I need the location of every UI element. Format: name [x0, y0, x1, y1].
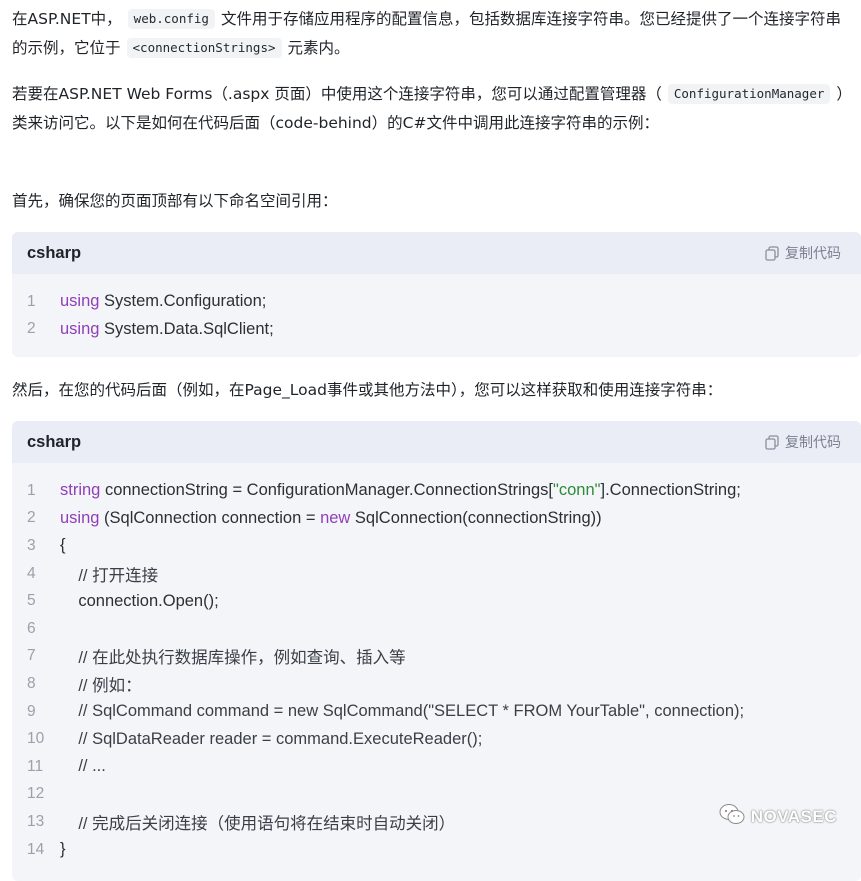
code-line: 4 // 打开连接: [12, 560, 861, 588]
code-text: }: [60, 840, 66, 859]
code-comment: // SqlDataReader reader = command.Execut…: [60, 729, 483, 748]
code-text: System.Configuration;: [99, 292, 267, 311]
code-text: connectionString = ConfigurationManager.…: [100, 481, 554, 500]
wechat-icon: [719, 803, 745, 830]
code-text: (SqlConnection connection =: [99, 508, 321, 527]
line-number: 3: [27, 536, 36, 554]
line-number: 1: [27, 292, 36, 310]
line-number: 6: [27, 619, 36, 637]
inline-code-webconfig: web.config: [127, 9, 215, 29]
line-number: 12: [27, 785, 45, 803]
code-keyword: using: [60, 508, 100, 527]
line-number: 4: [27, 564, 36, 582]
line-number: 13: [27, 812, 45, 830]
code-line: 3{: [12, 532, 861, 560]
code-line: 1 using System.Configuration;: [12, 288, 861, 316]
copy-icon: [765, 434, 779, 450]
code-body: 1 using System.Configuration; 2 using Syst…: [12, 274, 861, 343]
code-comment: // SqlCommand command = new SqlCommand("…: [60, 702, 745, 721]
line-number: 11: [27, 757, 44, 775]
code-keyword: string: [60, 481, 101, 500]
code-text: ].ConnectionString;: [600, 481, 741, 500]
code-line: 11 // ...: [12, 753, 861, 781]
code-block-1: csharp 复制代码 1 using System.Configuration;…: [12, 232, 861, 357]
line-number: 8: [27, 674, 36, 692]
code-text: System.Data.SqlClient;: [99, 319, 274, 338]
code-line: 2 using (SqlConnection connection = new S…: [12, 505, 861, 533]
code-comment: // 例如：: [60, 676, 142, 695]
code-keyword: using: [60, 292, 100, 311]
code-comment: // 打开连接: [60, 566, 159, 585]
paragraph-usage: 若要在ASP.NET Web Forms（.aspx 页面）中使用这个连接字符串…: [12, 80, 855, 138]
paragraph-text: 若要在ASP.NET Web Forms（.aspx 页面）中使用这个连接字符串…: [12, 85, 662, 103]
watermark: NOVASEC: [719, 803, 837, 830]
copy-code-button[interactable]: 复制代码: [765, 432, 841, 452]
line-number: 10: [27, 730, 45, 748]
code-text: SqlConnection(connectionString)): [350, 508, 602, 527]
copy-code-label: 复制代码: [785, 246, 841, 262]
code-text: connection.Open();: [60, 591, 219, 610]
line-number: 5: [27, 592, 36, 610]
code-block-header: csharp 复制代码: [12, 232, 861, 274]
code-language-label: csharp: [27, 432, 82, 451]
line-number: 2: [27, 509, 36, 527]
code-keyword: new: [320, 508, 351, 527]
watermark-text: NOVASEC: [750, 806, 837, 826]
line-number: 9: [27, 702, 36, 720]
code-keyword: using: [60, 319, 100, 338]
code-line: 2 using System.Data.SqlClient;: [12, 316, 861, 344]
code-text: {: [60, 536, 66, 555]
code-comment: // 在此处执行数据库操作，例如查询、插入等: [60, 649, 406, 668]
line-number: 7: [27, 647, 36, 665]
copy-code-button[interactable]: 复制代码: [765, 243, 841, 263]
code-comment: // 完成后关闭连接（使用语句将在结束时自动关闭）: [60, 814, 456, 833]
line-number: 1: [27, 481, 36, 499]
copy-icon: [765, 245, 779, 261]
code-block-header: csharp 复制代码: [12, 421, 861, 463]
code-line: 10 // SqlDataReader reader = command.Exe…: [12, 725, 861, 753]
code-line: 5 connection.Open();: [12, 587, 861, 615]
code-string: "conn": [553, 481, 601, 500]
paragraph-namespace: 首先，确保您的页面顶部有以下命名空间引用：: [12, 192, 338, 210]
paragraph-text: 在ASP.NET中，: [12, 10, 122, 28]
code-line: 1 string connectionString = Configuration…: [12, 477, 861, 505]
paragraph-intro: 在ASP.NET中， web.config 文件用于存储应用程序的配置信息，包括数据…: [12, 5, 855, 63]
code-line: 9 // SqlCommand command = new SqlCommand…: [12, 698, 861, 726]
code-line: 14}: [12, 836, 861, 864]
code-line: 7 // 在此处执行数据库操作，例如查询、插入等: [12, 643, 861, 671]
inline-code-connectionstrings: <connectionStrings>: [126, 38, 282, 58]
code-line: 8 // 例如：: [12, 670, 861, 698]
code-comment: // ...: [60, 757, 106, 776]
code-line: 6: [12, 615, 861, 643]
paragraph-then: 然后，在您的代码后面（例如，在Page_Load事件或其他方法中），您可以这样获…: [12, 381, 723, 399]
code-language-label: csharp: [27, 243, 82, 262]
copy-code-label: 复制代码: [785, 435, 841, 451]
paragraph-text: 元素内。: [287, 39, 350, 57]
inline-code-configurationmanager: ConfigurationManager: [667, 84, 831, 104]
line-number: 2: [27, 320, 36, 338]
